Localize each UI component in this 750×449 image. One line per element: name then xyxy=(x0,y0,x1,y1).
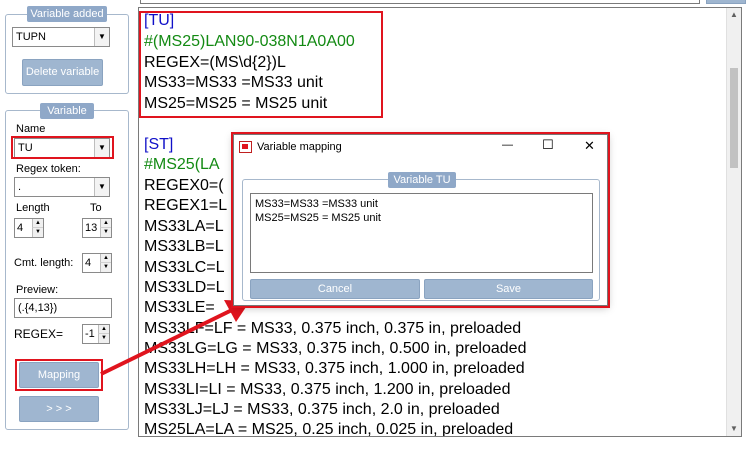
dialog-highlight xyxy=(231,132,610,308)
